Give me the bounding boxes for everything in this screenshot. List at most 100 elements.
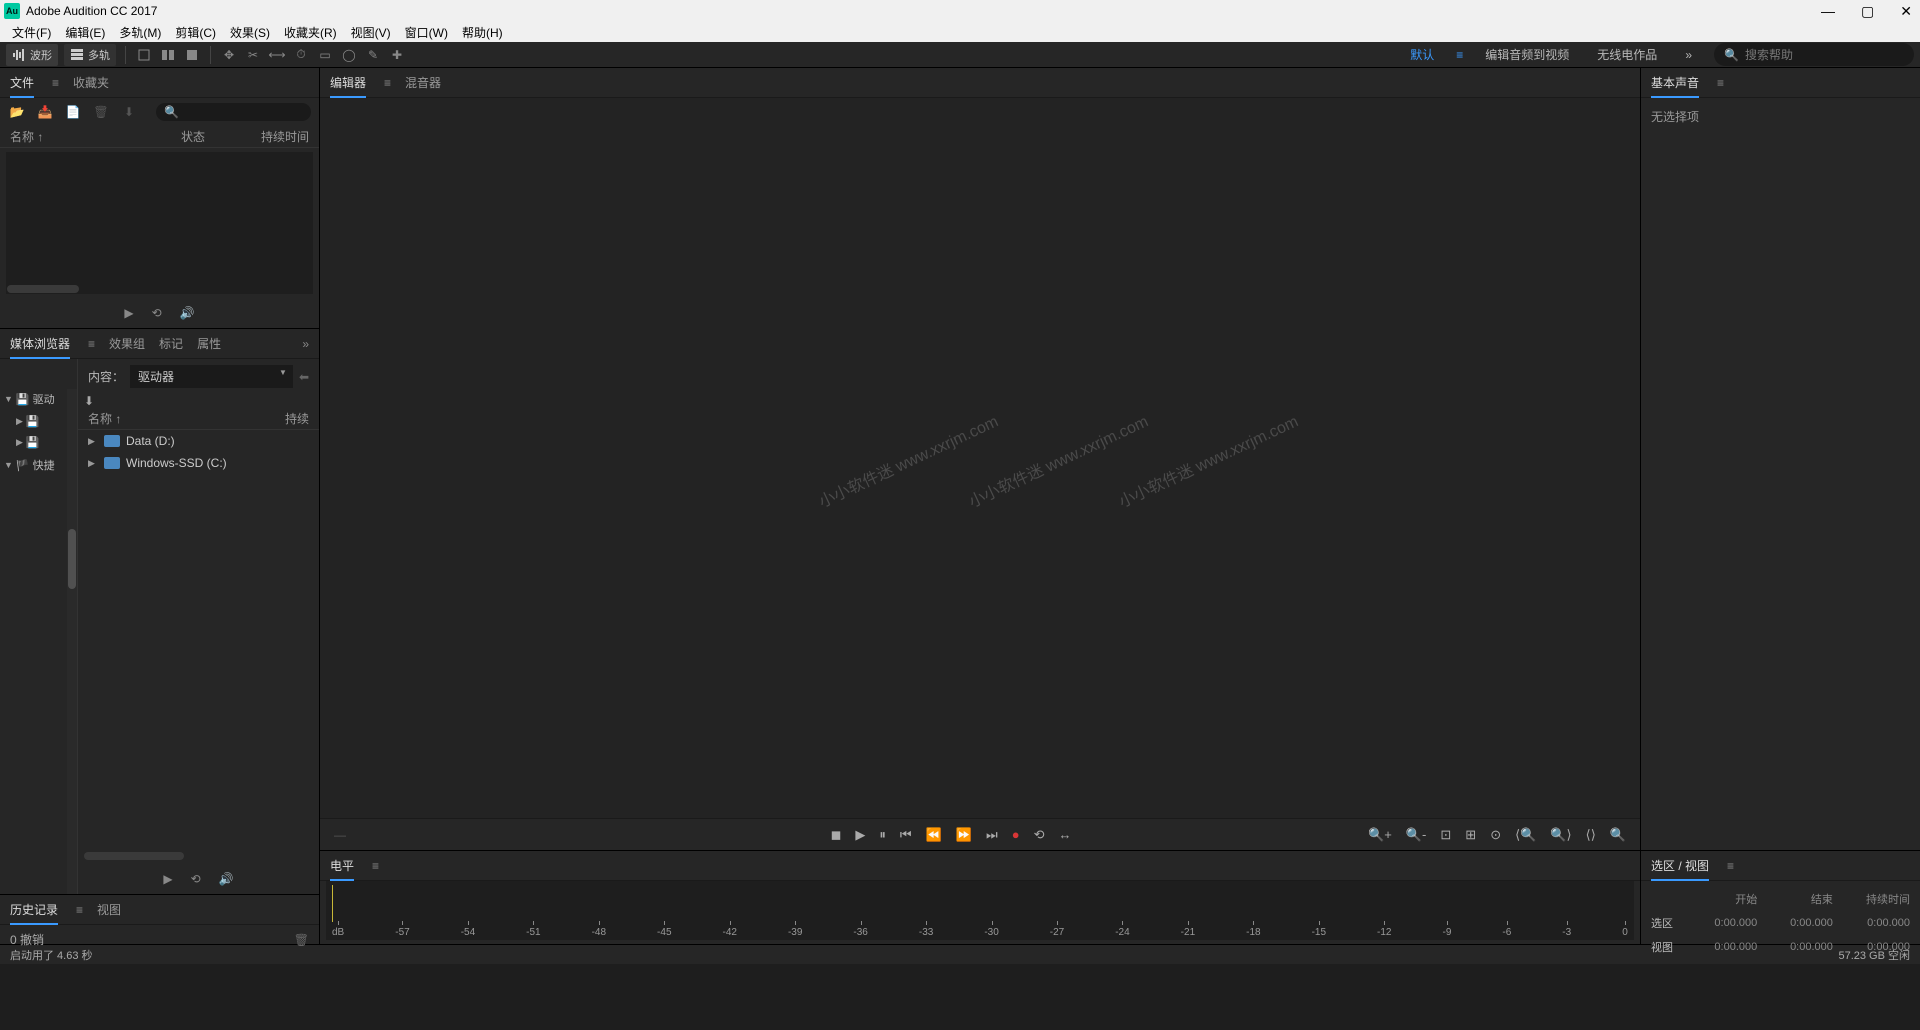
zoom-out-amp-icon[interactable]: 🔍	[1610, 827, 1626, 843]
workspace-default[interactable]: 默认	[1404, 43, 1440, 66]
close-file-icon[interactable]: 🗑	[92, 104, 110, 120]
panel-menu-icon[interactable]: ≡	[1727, 859, 1734, 873]
menu-file[interactable]: 文件(F)	[6, 22, 57, 43]
zoom-out-time-icon[interactable]: 🔍⟩	[1550, 827, 1571, 843]
zoom-in-icon[interactable]: 🔍+	[1368, 827, 1392, 843]
tab-properties[interactable]: 属性	[197, 329, 221, 358]
levels-meter[interactable]: dB-57-54-51-48-45-42-39-36-33-30-27-24-2…	[326, 881, 1634, 940]
minimize-button[interactable]: —	[1817, 3, 1839, 20]
record-button[interactable]: ●	[1012, 827, 1020, 843]
insert-icon[interactable]: ⬇	[120, 104, 138, 120]
forward-button[interactable]: ⏩	[956, 827, 972, 843]
tab-history[interactable]: 历史记录	[10, 895, 58, 924]
autoplay-icon[interactable]: 🔊	[180, 306, 195, 320]
scrollbar-thumb[interactable]	[84, 852, 184, 860]
menu-favorites[interactable]: 收藏夹(R)	[278, 22, 343, 43]
tree-drives[interactable]: ▼💾驱动	[0, 387, 77, 411]
zoom-in-point-icon[interactable]: ⊙	[1490, 827, 1501, 843]
col-name[interactable]: 名称 ↑	[88, 410, 121, 427]
lasso-icon[interactable]: ◯	[340, 46, 358, 64]
menu-view[interactable]: 视图(V)	[345, 22, 397, 43]
tab-view[interactable]: 视图	[97, 895, 121, 924]
tab-levels[interactable]: 电平	[330, 851, 354, 880]
play-icon[interactable]: ▶	[163, 872, 172, 886]
loop-icon[interactable]: ⟲	[152, 306, 162, 320]
move-tool-icon[interactable]: ✥	[220, 46, 238, 64]
waveform-button[interactable]: 波形	[6, 44, 58, 66]
sel-dur[interactable]: 0:00.000	[1843, 911, 1920, 935]
tab-favorites[interactable]: 收藏夹	[73, 68, 109, 97]
multitrack-button[interactable]: 多轨	[64, 44, 116, 66]
download-icon[interactable]: ⬇	[78, 394, 319, 408]
panel-menu-icon[interactable]: ≡	[1717, 76, 1724, 90]
tab-effects[interactable]: 效果组	[109, 329, 145, 358]
editor-area[interactable]: 小小软件迷 www.xxrjm.com 小小软件迷 www.xxrjm.com …	[320, 98, 1640, 818]
col-duration[interactable]: 持续时间	[261, 128, 309, 145]
tab-essential-sound[interactable]: 基本声音	[1651, 68, 1699, 97]
loop-button[interactable]: ⟲	[1034, 827, 1045, 843]
content-dropdown[interactable]: 驱动器	[130, 365, 293, 388]
view-end[interactable]: 0:00.000	[1767, 935, 1843, 959]
col-duration[interactable]: 持续	[285, 410, 309, 427]
heal-icon[interactable]: ✚	[388, 46, 406, 64]
back-icon[interactable]: ⬅	[299, 370, 309, 384]
workspace-menu-icon[interactable]: ≡	[1456, 48, 1463, 62]
panel-menu-icon[interactable]: ≡	[52, 76, 59, 90]
autoplay-icon[interactable]: 🔊	[219, 872, 234, 886]
marquee-icon[interactable]: ▭	[316, 46, 334, 64]
panel-menu-icon[interactable]: ≡	[384, 76, 391, 90]
drive-data[interactable]: ▶ Data (D:)	[78, 430, 319, 452]
zoom-out-icon[interactable]: 🔍-	[1406, 827, 1427, 843]
tab-markers[interactable]: 标记	[159, 329, 183, 358]
menu-edit[interactable]: 编辑(E)	[59, 22, 111, 43]
tree-drive-item[interactable]: ▶💾	[0, 411, 77, 432]
stop-button[interactable]: ◼	[831, 827, 842, 843]
skip-forward-button[interactable]: ⏭	[986, 827, 998, 843]
workspace-more-icon[interactable]: »	[1679, 45, 1698, 65]
panel-menu-icon[interactable]: ≡	[76, 903, 83, 917]
play-icon[interactable]: ▶	[124, 306, 133, 320]
menu-effects[interactable]: 效果(S)	[224, 22, 276, 43]
rewind-button[interactable]: ⏪	[926, 827, 942, 843]
scrollbar-thumb[interactable]	[68, 529, 76, 589]
menu-multitrack[interactable]: 多轨(M)	[113, 22, 167, 43]
col-status[interactable]: 状态	[181, 128, 205, 145]
import-icon[interactable]: 📥	[36, 104, 54, 120]
loop-icon[interactable]: ⟲	[191, 872, 201, 886]
menu-help[interactable]: 帮助(H)	[456, 22, 509, 43]
scrollbar-thumb[interactable]	[7, 285, 79, 293]
tab-editor[interactable]: 编辑器	[330, 68, 366, 97]
close-button[interactable]: ✕	[1896, 3, 1916, 20]
time-select-icon[interactable]: ⏱	[292, 46, 310, 64]
razor-tool-icon[interactable]: ✂	[244, 46, 262, 64]
menu-clip[interactable]: 剪辑(C)	[169, 22, 222, 43]
more-tabs-icon[interactable]: »	[302, 337, 309, 351]
skip-select-button[interactable]: ↔	[1058, 827, 1071, 843]
col-name[interactable]: 名称 ↑	[10, 128, 43, 145]
panel-menu-icon[interactable]: ≡	[372, 859, 379, 873]
files-search[interactable]: 🔍	[156, 103, 311, 121]
menu-window[interactable]: 窗口(W)	[399, 22, 454, 43]
drive-windows[interactable]: ▶ Windows-SSD (C:)	[78, 452, 319, 474]
view-start[interactable]: 0:00.000	[1692, 935, 1768, 959]
trash-icon[interactable]: 🗑	[294, 933, 309, 947]
slip-tool-icon[interactable]: ⟷	[268, 46, 286, 64]
tree-shortcuts[interactable]: ▼🏴快捷	[0, 453, 77, 477]
tab-selview[interactable]: 选区 / 视图	[1651, 851, 1709, 880]
panel-menu-icon[interactable]: ≡	[88, 337, 95, 351]
zoom-in-amp-icon[interactable]: ⟨⟩	[1586, 827, 1596, 843]
tab-media[interactable]: 媒体浏览器	[10, 329, 70, 358]
zoom-full-icon[interactable]: ⊡	[1440, 827, 1451, 843]
skip-back-button[interactable]: ⏮	[900, 827, 912, 843]
pause-button[interactable]: ⏸	[879, 827, 886, 843]
workspace-edit-audio[interactable]: 编辑音频到视频	[1479, 43, 1575, 66]
tab-mixer[interactable]: 混音器	[405, 68, 441, 97]
tool-1-icon[interactable]	[135, 46, 153, 64]
search-help[interactable]: 🔍 搜索帮助	[1714, 43, 1914, 66]
open-file-icon[interactable]: 📂	[8, 104, 26, 120]
play-button[interactable]: ▶	[855, 827, 865, 843]
tool-3-icon[interactable]	[183, 46, 201, 64]
zoom-sel-icon[interactable]: ⊞	[1465, 827, 1476, 843]
sel-start[interactable]: 0:00.000	[1692, 911, 1768, 935]
workspace-radio[interactable]: 无线电作品	[1591, 43, 1663, 66]
